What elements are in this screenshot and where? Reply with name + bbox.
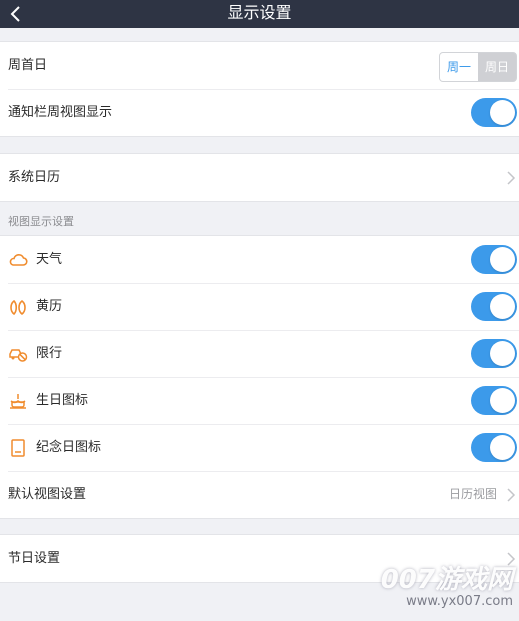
cloud-icon (9, 254, 28, 266)
default-view-label: 默认视图设置 (8, 487, 87, 502)
birthday-icon-row: 生日图标 (0, 377, 519, 424)
anniversary-icon-row: 纪念日图标 (0, 424, 519, 471)
default-view-value: 日历视图 (448, 487, 497, 501)
view-display-section-title: 视图显示设置 (8, 215, 74, 228)
birthday-icon-toggle[interactable] (471, 386, 517, 415)
almanac-icon (10, 299, 26, 316)
toggle-knob (490, 294, 515, 319)
almanac-toggle[interactable] (471, 292, 517, 321)
watermark-brand: 007游戏网 (380, 565, 513, 595)
toggle-knob (490, 247, 515, 272)
general-settings-group: 周首日 周一 周日 通知栏周视图显示 (0, 41, 519, 137)
default-view-row[interactable]: 默认视图设置 日历视图 (0, 471, 519, 518)
weather-row: 天气 (0, 236, 519, 283)
week-start-row: 周首日 周一 周日 (0, 42, 519, 89)
almanac-label: 黄历 (36, 299, 63, 314)
watermark: 007游戏网 www.yx007.com (381, 566, 513, 610)
toggle-knob (490, 388, 515, 413)
chevron-right-icon (507, 488, 516, 502)
system-calendar-group: 系统日历 (0, 153, 519, 202)
chevron-right-icon (507, 552, 516, 566)
traffic-restriction-label: 限行 (36, 346, 63, 361)
notify-week-view-toggle[interactable] (471, 98, 517, 127)
holiday-settings-label: 节日设置 (8, 551, 61, 566)
system-calendar-label: 系统日历 (8, 170, 61, 185)
almanac-row: 黄历 (0, 283, 519, 330)
week-start-segmented-control[interactable]: 周一 周日 (439, 52, 517, 82)
watermark-url: www.yx007.com (406, 594, 513, 609)
weather-label: 天气 (36, 252, 63, 267)
car-restriction-icon (9, 349, 28, 362)
anniversary-icon-label: 纪念日图标 (36, 440, 102, 455)
notify-week-view-row: 通知栏周视图显示 (0, 89, 519, 136)
nav-bar: 显示设置 (0, 0, 519, 28)
anniversary-icon-toggle[interactable] (471, 433, 517, 462)
system-calendar-row[interactable]: 系统日历 (0, 154, 519, 201)
week-start-label: 周首日 (8, 58, 48, 73)
view-display-group: 天气 黄历 限行 生日图标 纪念日图标 默认视图设置 日历视图 (0, 235, 519, 519)
anniversary-icon (11, 439, 25, 457)
birthday-cake-icon (10, 394, 26, 409)
weather-toggle[interactable] (471, 245, 517, 274)
chevron-right-icon (507, 171, 516, 185)
toggle-knob (490, 100, 515, 125)
page-title: 显示设置 (227, 3, 292, 22)
toggle-knob (490, 341, 515, 366)
week-start-monday-option[interactable]: 周一 (440, 53, 478, 81)
traffic-restriction-toggle[interactable] (471, 339, 517, 368)
traffic-restriction-row: 限行 (0, 330, 519, 377)
week-start-sunday-option[interactable]: 周日 (478, 53, 516, 81)
birthday-icon-label: 生日图标 (36, 393, 89, 408)
toggle-knob (490, 435, 515, 460)
notify-week-view-label: 通知栏周视图显示 (8, 105, 113, 120)
